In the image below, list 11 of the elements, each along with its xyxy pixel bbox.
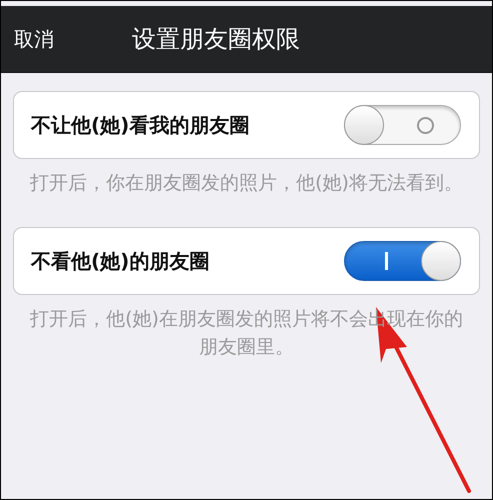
cancel-button[interactable]: 取消 — [14, 26, 54, 52]
setting-description: 打开后，你在朋友圈发的照片，他(她)将无法看到。 — [29, 171, 464, 196]
switch-thumb — [421, 241, 461, 281]
setting-label: 不让他(她)看我的朋友圈 — [31, 112, 250, 138]
toggle-switch[interactable] — [344, 105, 461, 145]
on-bar-icon — [385, 252, 388, 270]
setting-label: 不看他(她)的朋友圈 — [31, 248, 210, 274]
off-ring-icon — [417, 117, 434, 134]
switch-thumb — [344, 105, 384, 145]
toggle-switch[interactable] — [344, 241, 461, 281]
page-title: 设置朋友圈权限 — [132, 24, 300, 55]
